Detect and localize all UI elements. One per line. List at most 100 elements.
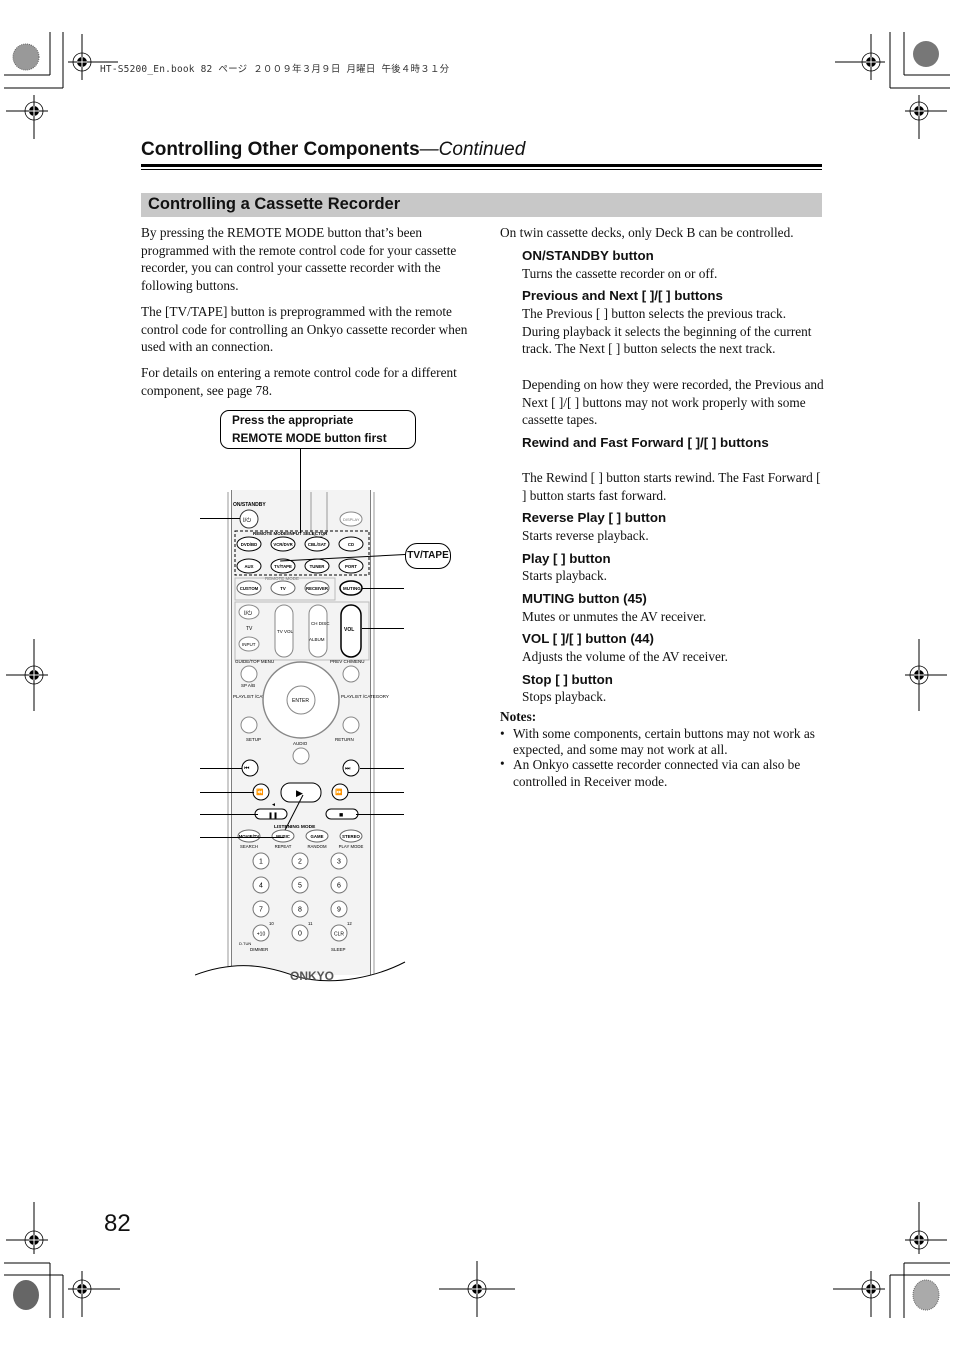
svg-text:⏩: ⏩ [335,788,343,796]
item-body-muting: Mutes or unmutes the AV receiver. [522,609,707,624]
section-header: Controlling a Cassette Recorder [141,193,822,217]
tv-tape-paragraph: The [TV/TAPE] button is preprogrammed wi… [141,304,468,355]
leader-previous [200,768,242,769]
svg-text:REMOTE MODE/INPUT SELECTOR: REMOTE MODE/INPUT SELECTOR [253,531,328,536]
notes-heading: Notes: [500,709,537,724]
svg-text:RETURN: RETURN [335,737,354,742]
item-heading-reverse-play: Reverse Play [ ] button [522,510,667,525]
brand-logo: ONKYO [290,969,334,983]
svg-text:VOL: VOL [344,627,354,633]
item-body-rewind-ff: The Rewind [ ] button starts rewind. The… [522,470,821,503]
selector-button-label: VCR/DVR [273,542,293,547]
leader-reverse-play [200,814,258,815]
item-heading-on-standby: ON/STANDBY button [522,248,654,263]
title-rule [141,164,822,167]
numpad-label: 1 [259,859,263,866]
numpad-label: +10 [257,932,266,938]
callout-box: Press the appropriate REMOTE MODE button… [220,410,416,449]
section-title: Controlling a Cassette Recorder [148,195,401,213]
svg-text:GUIDE/TOP MENU: GUIDE/TOP MENU [235,659,274,664]
remote-mode-button-label: RECEIVER [306,586,329,591]
svg-text:INPUT: INPUT [242,642,256,647]
svg-text:CH DISC: CH DISC [311,621,330,626]
numpad-label: CLR [334,932,344,938]
svg-text:ENTER: ENTER [292,698,309,704]
listening-mode-button-label: STEREO [342,834,360,839]
svg-text:⏪: ⏪ [256,788,264,796]
leader-muting [362,588,404,589]
svg-text:AUDIO: AUDIO [293,741,308,746]
svg-text:I/⏻: I/⏻ [243,517,251,524]
leader-fast-forward [348,792,404,793]
numpad-superscript: 11 [308,921,313,926]
item-heading-prev-next: Previous and Next [ ]/[ ] buttons [522,288,723,303]
svg-text:◄: ◄ [271,802,276,808]
svg-text:❚❚: ❚❚ [268,812,278,819]
item-heading-vol: VOL [ ]/[ ] button (44) [522,631,654,646]
numpad-label: 3 [337,859,341,866]
selector-button-label: DVD/BD [241,542,257,547]
selector-button-label: CBL/SAT [308,542,327,547]
listening-mode-sublabel: RANDOM [307,844,327,849]
item-body-prev-next: The Previous [ ] button selects the prev… [522,306,812,357]
remote-control-illustration: ON/STANDBY I/⏻ DISPLAY REMOTE MODE/INPUT… [195,490,406,1000]
numpad-superscript: 10 [269,921,274,926]
leader-stop [356,814,404,815]
leader-next [360,768,404,769]
remote-mode-button-label: CUSTOM [240,586,259,591]
numpad-superscript: 12 [347,921,352,926]
item-heading-play: Play [ ] button [522,551,611,566]
on-standby-label: ON/STANDBY [233,502,266,508]
svg-text:PLAYLIST /CATEGORY: PLAYLIST /CATEGORY [341,694,389,699]
leader-play [200,837,284,838]
svg-text:MUTING: MUTING [343,586,361,591]
item-body-play: Starts playback. [522,568,607,583]
leader-rewind [200,792,254,793]
listening-mode-sublabel: REPEAT [275,844,292,849]
title-rule-thin [141,169,822,170]
note-item: • With some components, certain buttons m… [500,726,815,757]
svg-text:D.TUN: D.TUN [239,941,251,946]
numpad-label: 0 [298,931,302,938]
svg-text:TV: TV [246,626,253,632]
intro-paragraph: By pressing the REMOTE MODE button that’… [141,225,457,294]
item-body2-prev-next: Depending on how they were recorded, the… [522,377,824,428]
item-heading-muting: MUTING button (45) [522,591,647,606]
page-title: Controlling Other Components—Continued [141,139,526,160]
twin-deck-note: On twin cassette decks, only Deck B can … [500,225,794,240]
svg-text:⏮: ⏮ [244,766,250,772]
selector-button-label: TUNER [310,564,326,569]
svg-text:SETUP: SETUP [246,737,261,742]
svg-text:TV VOL: TV VOL [277,629,294,634]
tv-tape-callout: TV/TAPE [405,543,451,569]
numpad-label: 7 [259,907,263,914]
page-number: 82 [104,1210,131,1237]
svg-text:ALBUM: ALBUM [309,637,325,642]
details-paragraph: For details on entering a remote control… [141,365,457,398]
svg-text:DISPLAY: DISPLAY [343,517,360,522]
numpad-label: 9 [337,907,341,914]
print-header: HT-S5200_En.book 82 ページ ２００９年３月９日 月曜日 午後… [100,64,450,75]
selector-button-label: PORT [345,564,357,569]
selector-button-label: TV/TAPE [274,564,292,569]
item-body-on-standby: Turns the cassette recorder on or off. [522,266,718,281]
item-body-vol: Adjusts the volume of the AV receiver. [522,649,728,664]
leader-on-standby [200,518,240,519]
numpad-label: 8 [298,907,302,914]
svg-text:DIMMER: DIMMER [250,947,269,952]
item-heading-stop: Stop [ ] button [522,672,613,687]
item-body-stop: Stops playback. [522,689,607,704]
svg-text:⏭: ⏭ [345,766,351,772]
ch-disc-rocker [308,604,328,658]
svg-text:I/⏻: I/⏻ [244,610,252,617]
remote-mode-button-label: TV [280,586,286,591]
numpad-label: 2 [298,859,302,866]
svg-text:REMOTE MODE: REMOTE MODE [265,576,299,581]
selector-button-label: AUX [244,564,253,569]
numpad-label: 4 [259,883,263,890]
callout-line [300,448,301,533]
numpad-label: 5 [298,883,302,890]
item-body-reverse-play: Starts reverse playback. [522,528,649,543]
svg-text:LISTENING MODE: LISTENING MODE [274,824,316,830]
item-heading-rewind-ff: Rewind and Fast Forward [ ]/[ ] buttons [522,435,769,450]
